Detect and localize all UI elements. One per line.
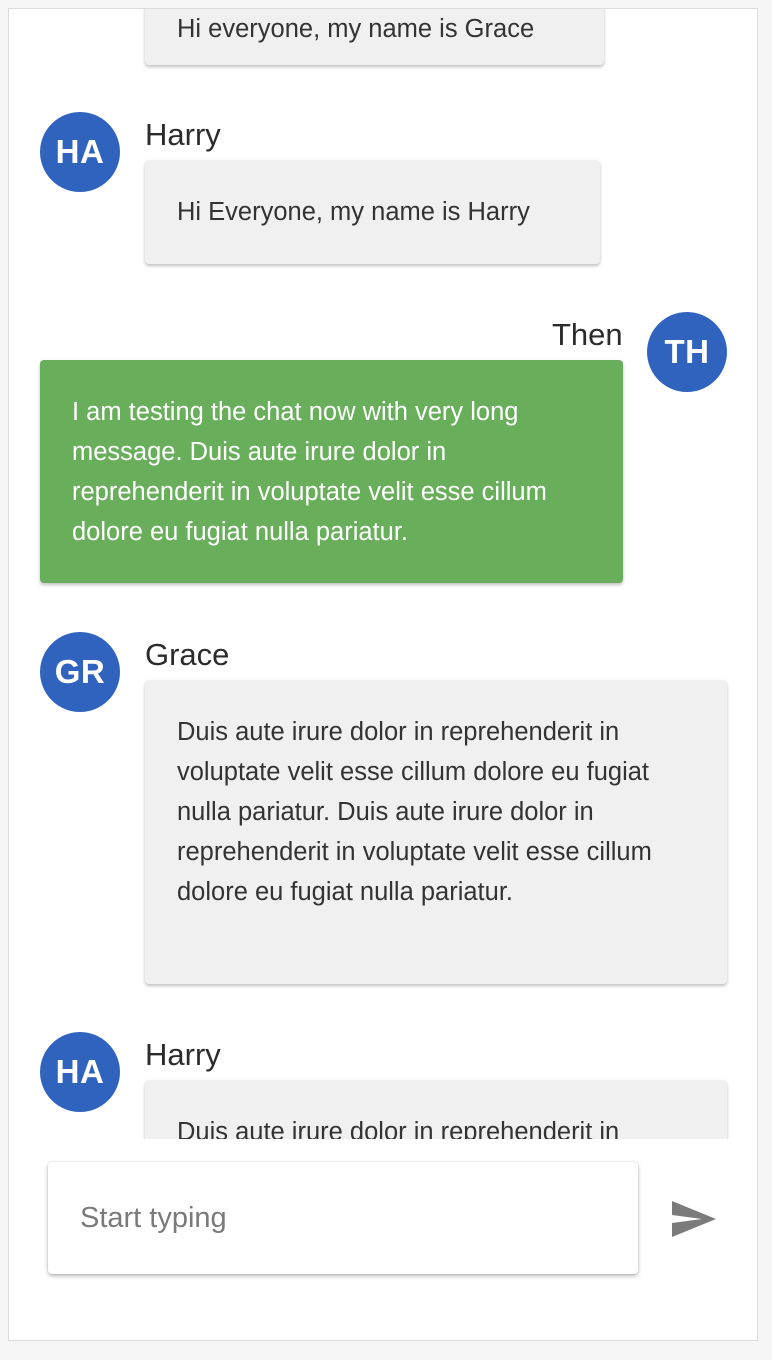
- chat-window: Hi everyone, my name is Grace HA Harry H…: [8, 8, 758, 1341]
- message-bubble: Duis aute irure dolor in reprehenderit i…: [145, 1080, 727, 1139]
- message-bubble: Duis aute irure dolor in reprehenderit i…: [145, 680, 727, 984]
- sender-name: Harry: [145, 117, 221, 152]
- avatar: GR: [40, 632, 120, 712]
- send-button[interactable]: [669, 1194, 719, 1244]
- sender-name: Then: [552, 317, 623, 352]
- message-input[interactable]: [80, 1190, 610, 1246]
- message-list[interactable]: Hi everyone, my name is Grace HA Harry H…: [9, 9, 757, 1139]
- avatar: HA: [40, 112, 120, 192]
- avatar: HA: [40, 1032, 120, 1112]
- message-composer: [48, 1162, 638, 1274]
- message-bubble-own: I am testing the chat now with very long…: [40, 360, 623, 583]
- avatar: TH: [647, 312, 727, 392]
- message-bubble: Hi Everyone, my name is Harry: [145, 160, 600, 264]
- send-icon: [672, 1201, 716, 1237]
- sender-name: Grace: [145, 637, 230, 672]
- message-bubble: Hi everyone, my name is Grace: [145, 9, 604, 65]
- sender-name: Harry: [145, 1037, 221, 1072]
